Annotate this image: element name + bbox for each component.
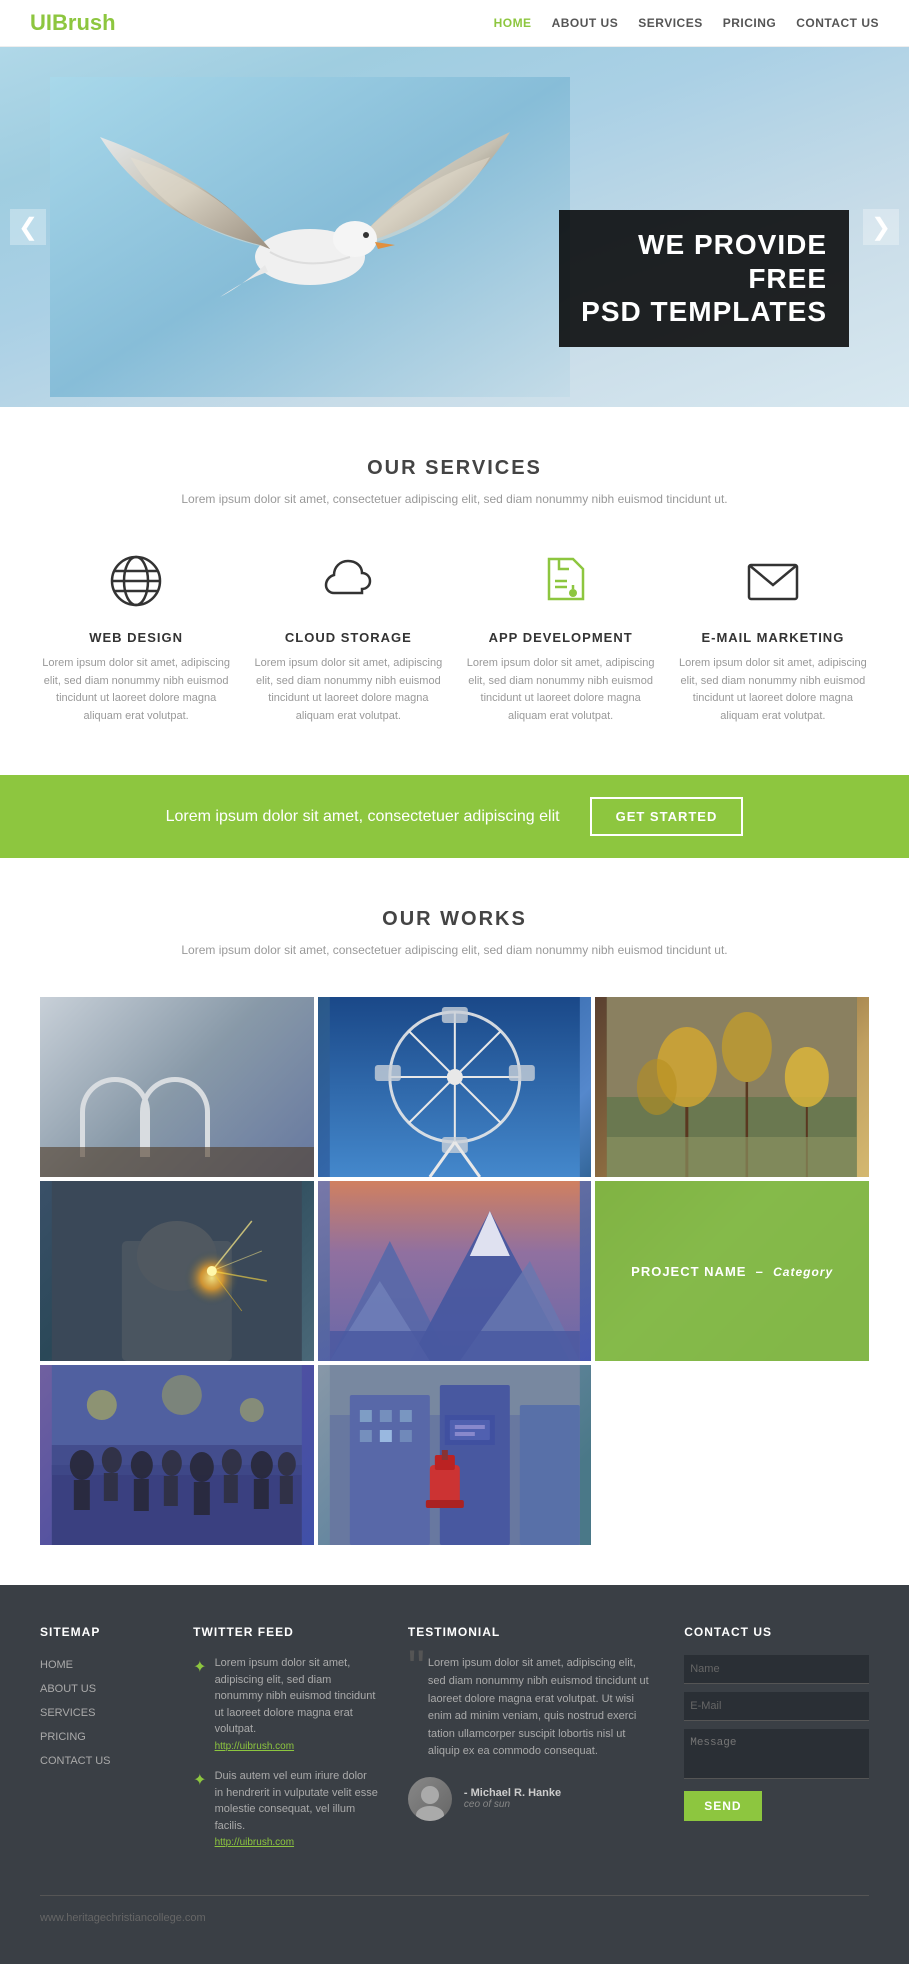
testimonial-author: - Michael R. Hanke ceo of sun — [408, 1777, 654, 1821]
twitter-dot-1: ✦ — [193, 1656, 206, 1754]
work-photo-1 — [40, 997, 314, 1177]
work-photo-3 — [595, 997, 869, 1177]
work-item-3[interactable] — [595, 997, 869, 1177]
sitemap-link-about[interactable]: ABOUT US — [40, 1679, 163, 1697]
logo-highlight: UI — [30, 10, 52, 35]
web-design-title: WEB DESIGN — [40, 630, 232, 645]
cloud-icon — [313, 546, 383, 616]
cloud-storage-desc: Lorem ipsum dolor sit amet, adipiscing e… — [252, 655, 444, 725]
site-header: UIBrush HOME ABOUT US SERVICES PRICING C… — [0, 0, 909, 47]
contact-name-input[interactable] — [684, 1655, 869, 1684]
cta-banner: Lorem ipsum dolor sit amet, consectetuer… — [0, 775, 909, 858]
work-photo-8 — [318, 1365, 592, 1545]
sitemap-link-contact[interactable]: CONTACT US — [40, 1751, 163, 1769]
app-dev-title: APP DEVELOPMENT — [465, 630, 657, 645]
twitter-dot-2: ✦ — [193, 1769, 206, 1851]
twitter-link-1[interactable]: http://uibrush.com — [215, 1741, 294, 1752]
services-grid: WEB DESIGN Lorem ipsum dolor sit amet, a… — [40, 546, 869, 725]
nav-contact[interactable]: CONTACT US — [796, 16, 879, 30]
sitemap-link-services[interactable]: SERVICES — [40, 1703, 163, 1721]
twitter-link-2[interactable]: http://uibrush.com — [215, 1837, 294, 1848]
get-started-button[interactable]: GET STARTED — [590, 797, 744, 836]
work-item-2[interactable] — [318, 997, 592, 1177]
author-avatar — [408, 1777, 452, 1821]
works-section: OUR WORKS Lorem ipsum dolor sit amet, co… — [0, 858, 909, 1585]
work-item-8[interactable] — [318, 1365, 592, 1545]
testimonial-quote: " Lorem ipsum dolor sit amet, adipiscing… — [408, 1655, 654, 1761]
work-photo-2 — [318, 997, 592, 1177]
email-marketing-title: E-MAIL MARKETING — [677, 630, 869, 645]
author-name: - Michael R. Hanke — [464, 1787, 561, 1799]
sitemap-links: HOME ABOUT US SERVICES PRICING CONTACT U… — [40, 1655, 163, 1769]
app-dev-desc: Lorem ipsum dolor sit amet, adipiscing e… — [465, 655, 657, 725]
works-title: OUR WORKS — [40, 908, 869, 931]
globe-icon — [101, 546, 171, 616]
cta-text: Lorem ipsum dolor sit amet, consectetuer… — [166, 808, 560, 826]
send-button[interactable]: SEND — [684, 1791, 761, 1821]
contact-email-input[interactable] — [684, 1692, 869, 1721]
nav-home[interactable]: HOME — [494, 16, 532, 30]
contact-form-title: CONTACT US — [684, 1625, 869, 1639]
footer-twitter: TWITTER FEED ✦ Lorem ipsum dolor sit ame… — [193, 1625, 378, 1865]
footer-bottom: www.heritagechristiancollege.com — [40, 1895, 869, 1924]
service-web-design: WEB DESIGN Lorem ipsum dolor sit amet, a… — [40, 546, 232, 725]
work-photo-5 — [318, 1181, 592, 1361]
hero-next-button[interactable]: ❯ — [863, 209, 899, 245]
service-cloud-storage: CLOUD STORAGE Lorem ipsum dolor sit amet… — [252, 546, 444, 725]
web-design-desc: Lorem ipsum dolor sit amet, adipiscing e… — [40, 655, 232, 725]
envelope-icon — [738, 546, 808, 616]
twitter-item-2: ✦ Duis autem vel eum iriure dolor in hen… — [193, 1768, 378, 1851]
tag-icon — [526, 546, 596, 616]
contact-message-input[interactable] — [684, 1729, 869, 1779]
testimonial-title: TESTIMONIAL — [408, 1625, 654, 1639]
overlay-category: Category — [773, 1265, 833, 1279]
work-item-7[interactable] — [40, 1365, 314, 1545]
work-photo-7 — [40, 1365, 314, 1545]
hero-prev-button[interactable]: ❮ — [10, 209, 46, 245]
work-photo-4 — [40, 1181, 314, 1361]
services-section: OUR SERVICES Lorem ipsum dolor sit amet,… — [0, 407, 909, 775]
work-overlay: PROJECT NAME – Category — [595, 1181, 869, 1361]
work-item-6[interactable]: PROJECT NAME – Category — [595, 1181, 869, 1361]
site-footer: SITEMAP HOME ABOUT US SERVICES PRICING C… — [0, 1585, 909, 1964]
footer-sitemap: SITEMAP HOME ABOUT US SERVICES PRICING C… — [40, 1625, 163, 1865]
sitemap-link-pricing[interactable]: PRICING — [40, 1727, 163, 1745]
site-logo[interactable]: UIBrush — [30, 10, 116, 36]
work-item-1[interactable] — [40, 997, 314, 1177]
nav-pricing[interactable]: PRICING — [723, 16, 777, 30]
quote-mark: " — [408, 1645, 425, 1693]
works-subtitle: Lorem ipsum dolor sit amet, consectetuer… — [40, 943, 869, 957]
nav-about[interactable]: ABOUT US — [552, 16, 619, 30]
services-title: OUR SERVICES — [40, 457, 869, 480]
footer-testimonial: TESTIMONIAL " Lorem ipsum dolor sit amet… — [408, 1625, 654, 1865]
contact-form: SEND — [684, 1655, 869, 1821]
main-nav: HOME ABOUT US SERVICES PRICING CONTACT U… — [494, 16, 879, 30]
hero-bird-image — [50, 77, 570, 397]
footer-grid: SITEMAP HOME ABOUT US SERVICES PRICING C… — [40, 1625, 869, 1865]
sitemap-link-home[interactable]: HOME — [40, 1655, 163, 1673]
service-app-dev: APP DEVELOPMENT Lorem ipsum dolor sit am… — [465, 546, 657, 725]
author-role: ceo of sun — [464, 1799, 561, 1810]
nav-services[interactable]: SERVICES — [638, 16, 702, 30]
email-marketing-desc: Lorem ipsum dolor sit amet, adipiscing e… — [677, 655, 869, 725]
twitter-title: TWITTER FEED — [193, 1625, 378, 1639]
work-item-4[interactable] — [40, 1181, 314, 1361]
hero-text-box: WE PROVIDE FREE PSD TEMPLATES — [559, 210, 849, 347]
works-grid: PROJECT NAME – Category — [40, 997, 869, 1545]
cloud-storage-title: CLOUD STORAGE — [252, 630, 444, 645]
twitter-item-1: ✦ Lorem ipsum dolor sit amet, adipiscing… — [193, 1655, 378, 1754]
footer-contact-form: CONTACT US SEND — [684, 1625, 869, 1865]
services-subtitle: Lorem ipsum dolor sit amet, consectetuer… — [40, 492, 869, 506]
overlay-project-name: PROJECT NAME – Category — [631, 1264, 833, 1279]
service-email-marketing: E-MAIL MARKETING Lorem ipsum dolor sit a… — [677, 546, 869, 725]
work-item-5[interactable] — [318, 1181, 592, 1361]
sitemap-title: SITEMAP — [40, 1625, 163, 1639]
hero-headline: WE PROVIDE FREE PSD TEMPLATES — [581, 228, 827, 329]
hero-section: WE PROVIDE FREE PSD TEMPLATES ❮ ❯ — [0, 47, 909, 407]
